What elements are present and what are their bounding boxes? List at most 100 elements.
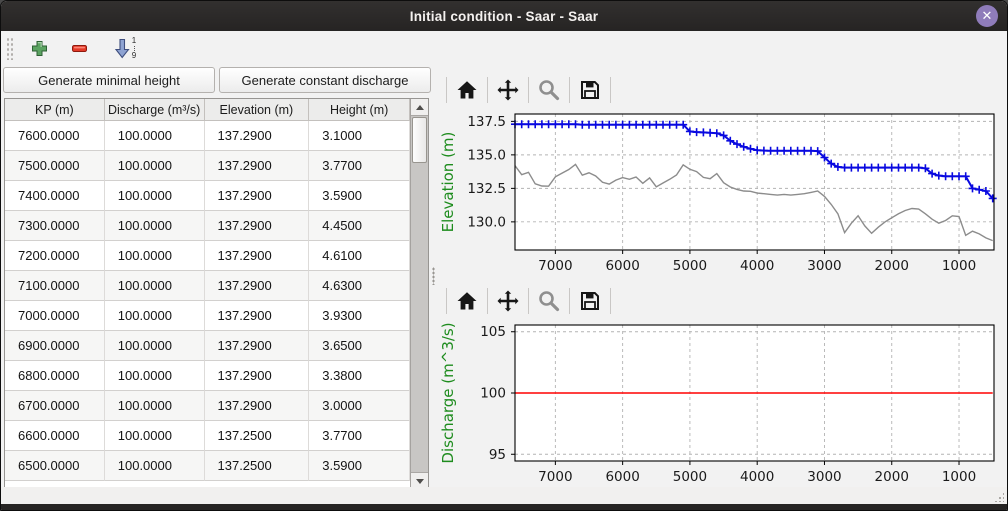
table-cell[interactable]: 4.4500 [309,211,410,241]
panel-splitter[interactable] [429,65,437,486]
table-cell[interactable]: 100.0000 [105,451,205,481]
status-bar [1,487,1007,504]
table-cell[interactable]: 3.7700 [309,151,410,181]
window: Initial condition - Saar - Saar ✕ 1 [0,0,1008,511]
add-row-button[interactable] [25,34,53,62]
table-cell[interactable]: 137.2900 [205,361,310,391]
table-cell[interactable]: 7400.0000 [5,181,105,211]
table-cell[interactable]: 4.6300 [309,271,410,301]
y-axis-label: Elevation (m) [439,132,457,233]
zoom-button-discharge[interactable] [532,286,566,316]
table-cell[interactable]: 100.0000 [105,121,205,151]
scrollbar-thumb[interactable] [412,117,427,163]
table-cell[interactable]: 6800.0000 [5,361,105,391]
table-body: 7600.0000100.0000137.29003.10007500.0000… [5,121,410,489]
table-cell[interactable]: 7500.0000 [5,151,105,181]
table-cell[interactable]: 6500.0000 [5,451,105,481]
save-button-elevation[interactable] [573,75,607,105]
y-tick-label: 100 [480,386,506,402]
table-cell[interactable]: 6600.0000 [5,421,105,451]
toolbar-drag-handle[interactable] [6,36,13,60]
table-cell[interactable]: 3.1000 [309,121,410,151]
x-tick-label: 6000 [605,469,639,483]
table-cell[interactable]: 3.0000 [309,391,410,421]
table-cell[interactable]: 6900.0000 [5,331,105,361]
generate-constant-discharge-button[interactable]: Generate constant discharge [219,67,431,93]
x-tick-label: 7000 [538,469,572,483]
table-grid: KP (m)Discharge (m³/s)Elevation (m)Heigh… [5,99,410,489]
elevation-chart[interactable]: 7000600050004000300020001000137.5135.013… [437,106,1005,273]
magnifier-icon [537,289,561,313]
table-cell[interactable]: 137.2900 [205,391,310,421]
column-header-0[interactable]: KP (m) [5,99,105,121]
y-axis-label: Discharge (m^3/s) [439,322,457,463]
table-cell[interactable]: 3.5900 [309,181,410,211]
table-cell[interactable]: 100.0000 [105,151,205,181]
table-cell[interactable]: 100.0000 [105,391,205,421]
table-cell[interactable]: 137.2900 [205,211,310,241]
table-cell[interactable]: 137.2500 [205,421,310,451]
y-tick-label: 130.0 [467,214,506,230]
scroll-up-button[interactable] [411,99,428,116]
table-cell[interactable]: 100.0000 [105,331,205,361]
table-row: 7300.0000100.0000137.29004.4500 [5,211,410,241]
table-cell[interactable]: 7600.0000 [5,121,105,151]
save-button-discharge[interactable] [573,286,607,316]
pan-button-discharge[interactable] [491,286,525,316]
home-button-elevation[interactable] [450,75,484,105]
column-header-3[interactable]: Height (m) [309,99,410,121]
sort-button[interactable]: 1 9 [105,34,145,62]
table-cell[interactable]: 3.3800 [309,361,410,391]
table-cell[interactable]: 3.7700 [309,421,410,451]
discharge-chart[interactable]: 700060005000400030002000100010510095Disc… [437,317,1005,483]
pan-icon [496,78,520,102]
remove-row-button[interactable] [65,34,93,62]
discharge-plot-toolbar [437,284,1007,317]
table-cell[interactable]: 7000.0000 [5,301,105,331]
table-row: 7200.0000100.0000137.29004.6100 [5,241,410,271]
table-cell[interactable]: 137.2900 [205,241,310,271]
pan-button-elevation[interactable] [491,75,525,105]
home-button-discharge[interactable] [450,286,484,316]
table-cell[interactable]: 100.0000 [105,421,205,451]
table-cell[interactable]: 100.0000 [105,211,205,241]
generate-minimal-height-button[interactable]: Generate minimal height [3,67,215,93]
resize-grip[interactable] [994,492,1004,502]
titlebar: Initial condition - Saar - Saar ✕ [1,1,1007,31]
close-button[interactable]: ✕ [976,5,998,27]
data-table: KP (m)Discharge (m³/s)Elevation (m)Heigh… [4,98,429,490]
column-header-2[interactable]: Elevation (m) [205,99,310,121]
table-cell[interactable]: 3.9300 [309,301,410,331]
table-cell[interactable]: 137.2900 [205,331,310,361]
plot-background [515,114,994,250]
table-cell[interactable]: 100.0000 [105,301,205,331]
table-cell[interactable]: 137.2900 [205,151,310,181]
table-cell[interactable]: 137.2500 [205,451,310,481]
table-cell[interactable]: 3.6500 [309,331,410,361]
table-cell[interactable]: 7100.0000 [5,271,105,301]
table-header-row: KP (m)Discharge (m³/s)Elevation (m)Heigh… [5,99,410,121]
table-cell[interactable]: 6700.0000 [5,391,105,421]
sort-descending-arrow-icon [114,38,130,59]
save-icon [578,78,602,102]
triangle-down-icon [416,479,424,484]
table-cell[interactable]: 4.6100 [309,241,410,271]
table-cell[interactable]: 100.0000 [105,181,205,211]
table-cell[interactable]: 3.5900 [309,451,410,481]
charts-panel: 7000600050004000300020001000137.5135.013… [437,65,1007,487]
table-scrollbar[interactable] [410,99,428,489]
generate-buttons-row: Generate minimal height Generate constan… [3,67,431,93]
table-cell[interactable]: 137.2900 [205,271,310,301]
table-cell[interactable]: 100.0000 [105,271,205,301]
table-cell[interactable]: 137.2900 [205,181,310,211]
splitter-grip-icon [432,267,435,285]
zoom-button-elevation[interactable] [532,75,566,105]
table-cell[interactable]: 7200.0000 [5,241,105,271]
table-cell[interactable]: 137.2900 [205,121,310,151]
magnifier-icon [537,78,561,102]
column-header-1[interactable]: Discharge (m³/s) [105,99,205,121]
table-cell[interactable]: 7300.0000 [5,211,105,241]
table-cell[interactable]: 100.0000 [105,241,205,271]
table-cell[interactable]: 137.2900 [205,301,310,331]
table-cell[interactable]: 100.0000 [105,361,205,391]
